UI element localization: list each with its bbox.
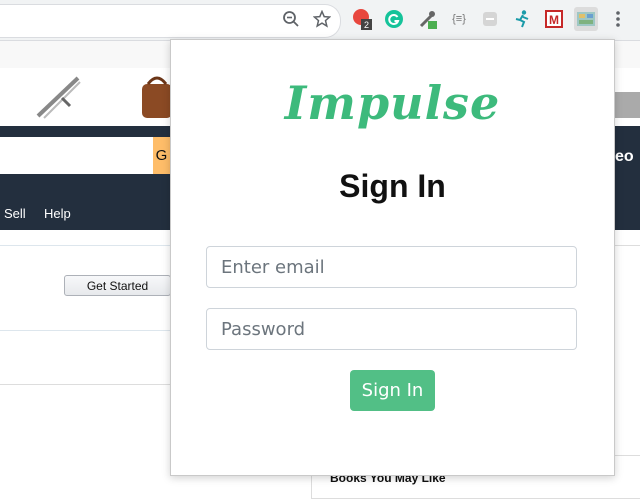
eyedropper-icon[interactable] <box>416 7 440 31</box>
red-extension-icon[interactable]: 2 <box>350 7 374 31</box>
header-right-text: eo <box>615 148 634 165</box>
page-title: Sign In <box>339 168 446 204</box>
nav-item-sell[interactable]: Sell <box>4 206 26 221</box>
product-thumbnail-right[interactable] <box>612 92 640 118</box>
star-icon[interactable] <box>310 7 334 31</box>
right-sidebar-panel <box>614 245 640 477</box>
grammarly-icon[interactable] <box>382 7 406 31</box>
tripod-image[interactable] <box>36 76 81 119</box>
nav-item-help[interactable]: Help <box>44 206 71 221</box>
gmail-m-icon[interactable]: M <box>542 7 566 31</box>
browser-toolbar: 2 {≡} M <box>0 0 640 41</box>
impulse-extension-icon[interactable] <box>574 7 598 31</box>
leather-bag-image[interactable] <box>142 76 172 118</box>
gray-extension-icon[interactable] <box>478 7 502 31</box>
gmail-m-label: M <box>549 13 559 27</box>
email-field[interactable] <box>206 246 577 288</box>
get-started-button[interactable]: Get Started <box>64 275 171 296</box>
runner-icon[interactable] <box>510 7 534 31</box>
divider <box>0 384 172 385</box>
kebab-menu-icon[interactable] <box>606 7 630 31</box>
sign-in-button[interactable]: Sign In <box>350 370 435 411</box>
password-field[interactable] <box>206 308 577 350</box>
zoom-out-icon[interactable] <box>279 7 303 31</box>
json-viewer-icon[interactable]: {≡} <box>447 7 471 31</box>
store-search-button[interactable]: G <box>153 137 170 174</box>
impulse-popup: Impulse Sign In Sign In <box>170 39 615 476</box>
impulse-logo: Impulse <box>284 76 501 130</box>
extension-badge: 2 <box>364 20 369 30</box>
store-search-input[interactable] <box>0 137 153 174</box>
